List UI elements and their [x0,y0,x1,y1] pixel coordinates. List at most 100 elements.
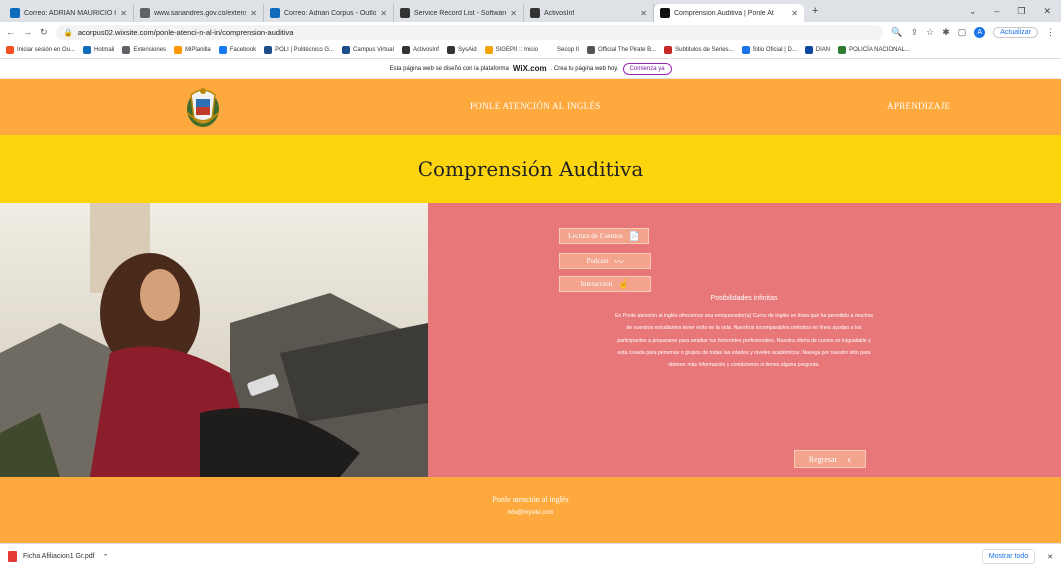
bookmark-item[interactable]: Subtitulos de Series... [664,46,734,54]
browser-tab[interactable]: www.sanandres.gov.co/extensio ✕ [134,4,264,22]
tab-label: Correo: ADRIAN MAURICIO COR [24,9,116,17]
new-tab-button[interactable]: + [812,5,818,17]
tab-strip: Correo: ADRIAN MAURICIO COR✕www.sanandre… [0,0,1061,22]
regresar-button[interactable]: Regresar ‹ [794,450,866,468]
tab-close-icon[interactable]: ✕ [640,9,647,18]
bookmark-item[interactable]: POLI | Politécnico G... [264,46,334,54]
chevron-up-icon[interactable]: ⌃ [103,553,109,561]
tab-close-icon[interactable]: ✕ [120,9,127,18]
chevron-left-icon: ‹ [847,451,852,466]
site-header: PONLE ATENCIÓN AL INGLÉS APRENDIZAJE [0,79,1061,135]
bookmark-item[interactable]: Secop II [546,46,579,54]
tab-favicon-icon [660,8,670,18]
chevron-down-icon[interactable]: ⌄ [969,6,977,17]
tab-close-icon[interactable]: ✕ [791,9,798,18]
tab-favicon-icon [10,8,20,18]
interaccion-button[interactable]: Interaccion ☝ [559,276,651,292]
tab-favicon-icon [270,8,280,18]
extensions-icon[interactable]: ✱ [942,27,950,38]
bookmark-item[interactable]: DIAN [804,46,830,54]
tab-label: Service Record List - Software de [414,9,507,17]
bookmark-label: ActivosInf [412,47,439,53]
podcast-label: Podcast [586,257,609,265]
close-downloads-icon[interactable]: ✕ [1047,553,1053,561]
lectura-de-cuentos-button[interactable]: Lectura de Cuentos 📄 [559,228,649,244]
share-icon[interactable]: ⇪ [911,27,919,38]
podcast-button[interactable]: Podcast 〰 [559,253,651,269]
browser-tab[interactable]: Service Record List - Software de✕ [394,4,524,22]
bookmark-item[interactable]: Campus Virtual [342,46,394,54]
minimize-icon[interactable]: – [994,6,999,17]
profile-avatar[interactable]: A [974,26,986,38]
bookmark-icon [546,46,555,54]
update-button[interactable]: Actualizar [993,26,1038,38]
tab-close-icon[interactable]: ✕ [510,9,517,18]
bookmark-label: POLI | Politécnico G... [275,47,335,53]
browser-tab[interactable]: Correo: Adrian Corpus - Outlook ✕ [264,4,394,22]
bookmark-item[interactable]: POLICÍA NACIONAL... [838,46,910,54]
reload-icon[interactable]: ↻ [40,27,48,38]
bookmarks-bar: Iniciar sesión en Ou... Hotmail Extensione… [0,42,1061,59]
browser-tab[interactable]: Comprension Auditiva | Ponle At ✕ [654,4,804,22]
lectura-label: Lectura de Cuentos [568,232,623,240]
bookmark-icon [664,46,673,54]
browser-tab[interactable]: Correo: ADRIAN MAURICIO COR ✕ [4,4,134,22]
interaccion-label: Interaccion [580,280,613,288]
bookmark-item[interactable]: SIGEPII :: Inicio [484,46,539,54]
bookmark-label: Subtitulos de Series... [675,47,734,53]
url-text: acorpus02.wixsite.com/ponle-atenci-n-al-… [77,27,294,37]
back-icon[interactable]: ← [6,27,15,37]
bookmark-label: Sitio Oficial | D... [752,47,797,53]
nav-link-ponle-atencion[interactable]: PONLE ATENCIÓN AL INGLÉS [470,101,601,111]
tab-label: www.sanandres.gov.co/extensio [154,9,247,17]
bookmark-item[interactable]: Extensiones [122,46,166,54]
footer-email[interactable]: info@mysite.com [0,510,1061,516]
address-bar-row: ← → ↻ 🔒 acorpus02.wixsite.com/ponle-aten… [0,22,1061,42]
bookmark-item[interactable]: SysAid [446,46,477,54]
url-input[interactable]: 🔒 acorpus02.wixsite.com/ponle-atenci-n-a… [55,24,884,40]
bookmark-item[interactable]: Hotmail [83,46,114,54]
tab-label: Correo: Adrian Corpus - Outlook [284,9,377,17]
wix-brand: WiX.com [512,64,547,73]
pdf-file-icon [8,551,17,562]
browser-tab[interactable]: ActivosInf ✕ [524,4,654,22]
wix-start-button[interactable]: Comienza ya [622,62,672,75]
bookmark-icon [804,46,813,54]
bookmark-item[interactable]: Iniciar sesión en Ou... [6,46,75,54]
restore-icon[interactable]: ❐ [1017,6,1025,17]
title-band: Comprensión Auditiva [0,135,1061,203]
hand-icon: ☝ [618,278,630,289]
wix-banner-text-2: . Crea tu página web hoy. [550,65,619,72]
bookmark-item[interactable]: Sitio Oficial | D... [741,46,797,54]
bookmark-item[interactable]: ActivosInf [401,46,439,54]
coat-of-arms-logo[interactable] [182,83,224,131]
bookmark-icon [401,46,410,54]
bookmark-label: SysAid [457,47,477,53]
close-window-icon[interactable]: ✕ [1043,6,1051,17]
show-all-button[interactable]: Mostrar todo [981,549,1036,564]
tab-label: Comprension Auditiva | Ponle At [674,9,774,17]
bookmark-label: Extensiones [133,47,167,53]
nav-link-aprendizaje[interactable]: APRENDIZAJE [887,101,950,111]
sidepanel-icon[interactable]: ▢ [958,27,967,38]
tab-label: ActivosInf [544,9,575,17]
tab-close-icon[interactable]: ✕ [380,9,387,18]
bookmark-label: MiPlanilla [185,47,211,53]
star-icon[interactable]: ☆ [926,27,934,38]
download-item[interactable]: Ficha Afiliacion1 Gr.pdf [23,553,95,560]
regresar-label: Regresar [808,454,838,464]
kebab-menu-icon[interactable]: ⋮ [1046,27,1055,38]
bookmark-label: POLICÍA NACIONAL... [849,47,910,53]
bookmark-label: SIGEPII :: Inicio [495,47,539,53]
zoom-icon[interactable]: 🔍 [891,27,902,38]
section-title: Posibilidades infinitas [710,295,778,302]
bookmark-icon [342,46,351,54]
tab-close-icon[interactable]: ✕ [250,9,257,18]
bookmark-item[interactable]: Official The Pirate B... [587,46,656,54]
tab-favicon-icon [140,8,150,18]
bookmark-item[interactable]: MiPlanilla [174,46,211,54]
bookmark-item[interactable]: Facebook [218,46,256,54]
forward-icon[interactable]: → [23,27,32,37]
bookmark-icon [6,46,14,54]
bookmark-icon [587,46,596,54]
